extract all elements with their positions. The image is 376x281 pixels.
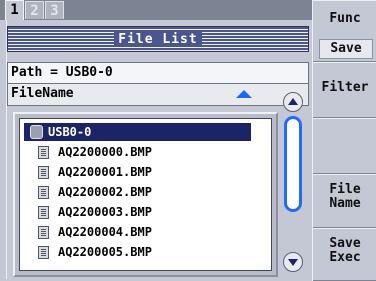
tab-3[interactable]: 3 xyxy=(45,1,64,19)
func-value: Save xyxy=(319,39,373,59)
file-icon xyxy=(38,166,49,179)
sort-ascending-icon[interactable] xyxy=(236,90,252,98)
file-name-line2: Name xyxy=(329,196,361,211)
save-exec-line2: Exec xyxy=(329,250,361,265)
file-list-frame: USB0-0 AQ2200000.BMP AQ2200001.BMP AQ220… xyxy=(13,112,278,277)
list-item-root[interactable]: USB0-0 xyxy=(24,123,251,141)
file-name-softkey[interactable]: File Name xyxy=(313,174,376,228)
file-icon xyxy=(38,186,49,199)
list-item[interactable]: AQ2200004.BMP xyxy=(30,223,152,241)
list-item[interactable]: AQ2200003.BMP xyxy=(30,203,152,221)
file-name-line1: File xyxy=(329,182,361,197)
dialog-titlebar: File List xyxy=(7,26,309,52)
scroll-down-icon[interactable] xyxy=(283,252,303,272)
dialog-title: File List xyxy=(114,32,202,47)
file-list-dialog: File List Path = USB0-0 FileName USB0-0 … xyxy=(6,20,312,279)
filter-label: Filter xyxy=(321,80,369,95)
usb-drive-icon xyxy=(30,125,43,139)
file-name: AQ2200005.BMP xyxy=(58,245,152,259)
func-softkey[interactable]: Func Save xyxy=(313,0,376,62)
list-item[interactable]: AQ2200001.BMP xyxy=(30,163,152,181)
file-icon xyxy=(38,206,49,219)
file-name: AQ2200000.BMP xyxy=(58,145,152,159)
softkey-panel: Func Save Filter File Name Save Exec xyxy=(312,0,376,281)
list-scrollbar[interactable] xyxy=(281,92,307,274)
file-icon xyxy=(38,246,49,259)
path-display: Path = USB0-0 xyxy=(7,62,309,84)
file-name: AQ2200002.BMP xyxy=(58,185,152,199)
file-name: AQ2200001.BMP xyxy=(58,165,152,179)
save-exec-softkey[interactable]: Save Exec xyxy=(313,228,376,281)
filename-column-header[interactable]: FileName xyxy=(7,84,309,106)
file-list[interactable]: USB0-0 AQ2200000.BMP AQ2200001.BMP AQ220… xyxy=(19,118,272,271)
filter-softkey[interactable]: Filter xyxy=(313,62,376,118)
list-item[interactable]: AQ2200002.BMP xyxy=(30,183,152,201)
scroll-track[interactable] xyxy=(284,114,302,250)
list-item[interactable]: AQ2200005.BMP xyxy=(30,243,152,261)
save-exec-line1: Save xyxy=(329,236,361,251)
scroll-up-icon[interactable] xyxy=(283,92,303,112)
file-name: AQ2200004.BMP xyxy=(58,225,152,239)
tab-1[interactable]: 1 xyxy=(5,0,24,20)
blank-softkey[interactable] xyxy=(313,118,376,174)
column-header-label: FileName xyxy=(11,86,74,101)
root-label: USB0-0 xyxy=(48,125,92,139)
scroll-thumb[interactable] xyxy=(284,116,302,212)
list-item[interactable]: AQ2200000.BMP xyxy=(30,143,152,161)
tab-strip: 1 2 3 xyxy=(0,0,312,20)
file-icon xyxy=(38,146,49,159)
tab-2[interactable]: 2 xyxy=(25,1,44,19)
file-icon xyxy=(38,226,49,239)
file-name: AQ2200003.BMP xyxy=(58,205,152,219)
func-label: Func xyxy=(329,11,361,26)
